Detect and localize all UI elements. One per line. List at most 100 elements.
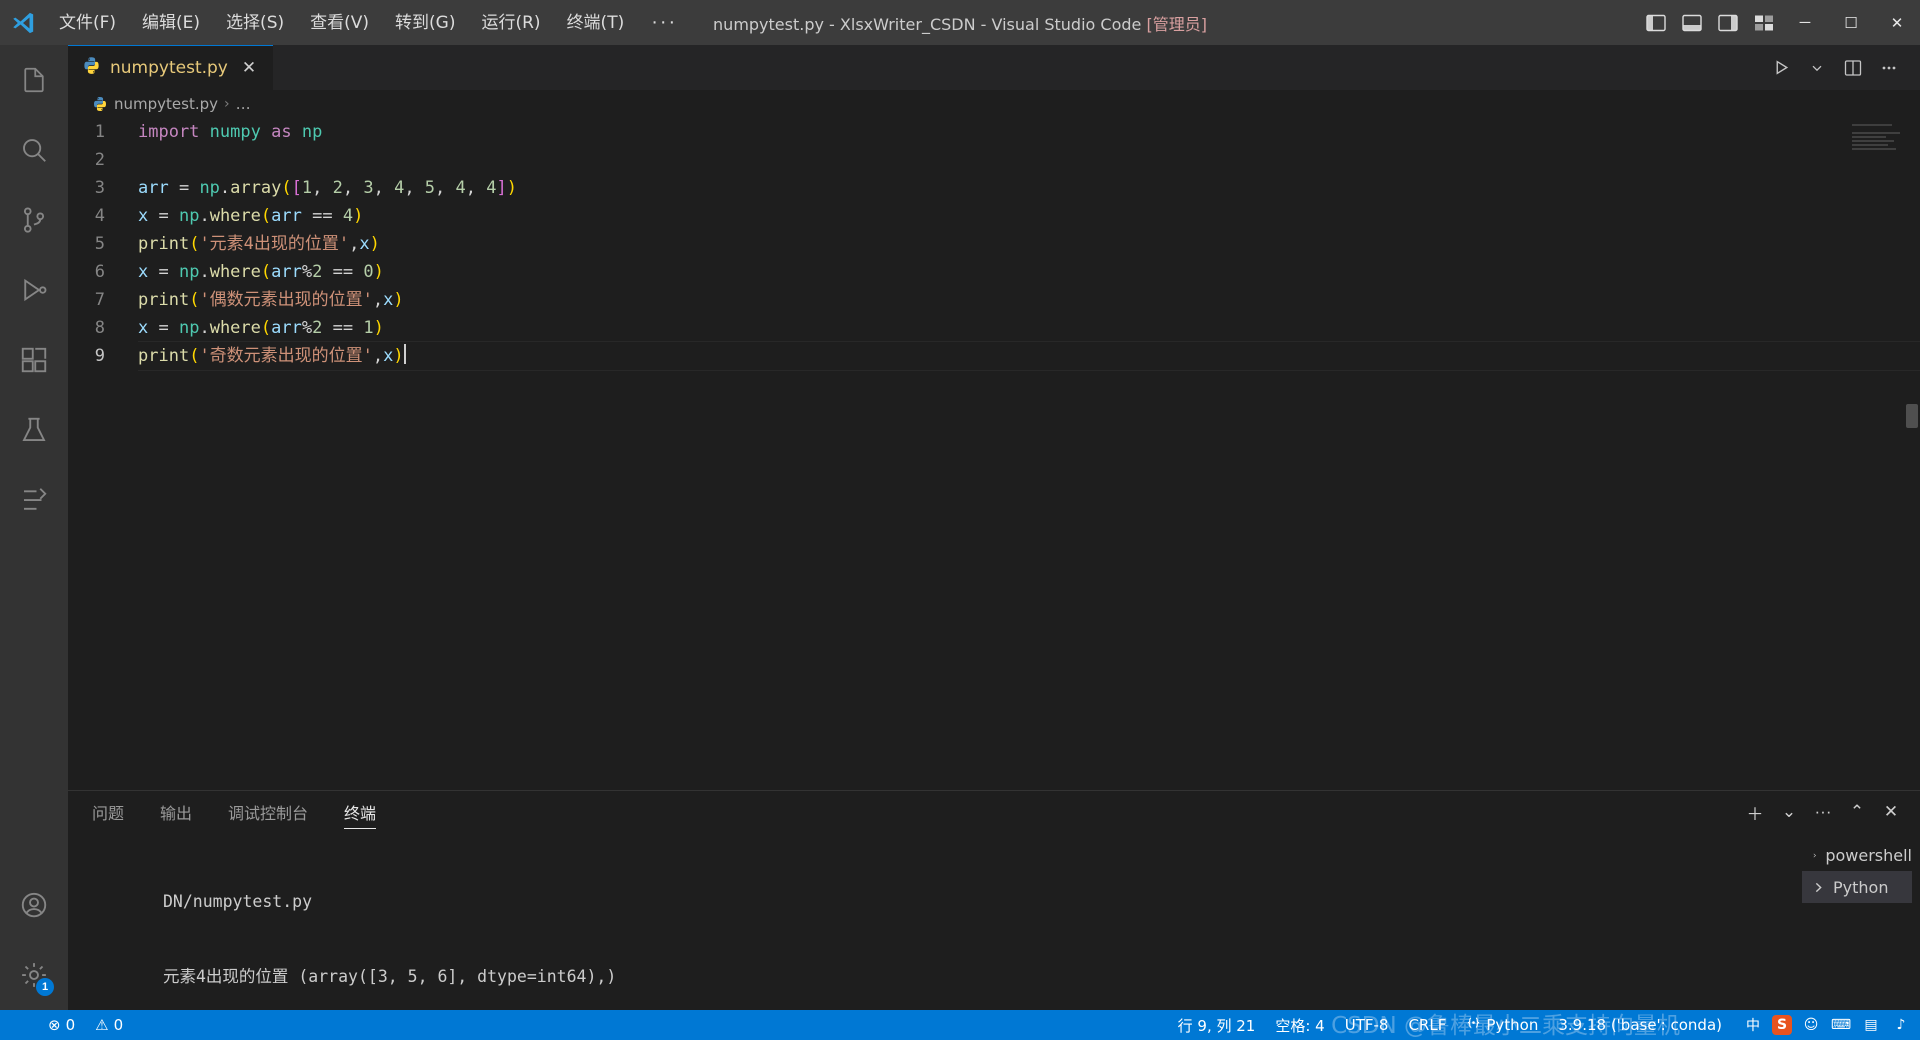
split-editor-right-button[interactable] — [1836, 51, 1870, 85]
indentation[interactable]: 空格: 4 — [1265, 1010, 1334, 1040]
terminal-dropdown-chevron-icon[interactable]: ⌄ — [1774, 797, 1804, 827]
menu-bar[interactable]: 文件(F) 编辑(E) 选择(S) 查看(V) 转到(G) 运行(R) 终端(T… — [46, 8, 691, 38]
new-terminal-button[interactable]: ＋ — [1740, 797, 1770, 827]
code-line[interactable]: 9 print('奇数元素出现的位置',x) — [68, 342, 1920, 370]
window-maximize-button[interactable]: ☐ — [1828, 0, 1874, 45]
code-token: . — [199, 262, 210, 282]
ime-indicator[interactable]: 中 — [1742, 1014, 1764, 1036]
code-line[interactable]: 7 print('偶数元素出现的位置',x) — [68, 286, 1920, 314]
toggle-secondary-sidebar-icon[interactable] — [1710, 0, 1746, 45]
code-token: . — [219, 178, 231, 198]
code-line[interactable]: 4x = np.where(arr == 4) — [68, 202, 1920, 230]
language-mode[interactable]: Python — [1456, 1010, 1548, 1040]
bottom-panel: 问题 输出 调试控制台 终端 ＋ ⌄ ··· ⌃ ✕ DN/numpytest.… — [68, 790, 1920, 1010]
terminal-instance-powershell[interactable]: powershell — [1802, 839, 1912, 871]
tray-smiley-icon[interactable]: ☺ — [1800, 1014, 1822, 1036]
sidebar-item-source-control[interactable] — [0, 185, 68, 255]
eol[interactable]: CRLF — [1398, 1010, 1456, 1040]
python-interpreter[interactable]: 3.9.18 ('base': conda) — [1548, 1010, 1732, 1040]
code-token: == — [322, 318, 364, 338]
editor-scrollbar[interactable] — [1906, 404, 1918, 428]
sidebar-item-explorer[interactable] — [0, 45, 68, 115]
code-token: ( — [189, 346, 200, 366]
customize-layout-icon[interactable] — [1746, 0, 1782, 45]
panel-tab-problems[interactable]: 问题 — [92, 791, 124, 833]
menu-edit[interactable]: 编辑(E) — [129, 8, 213, 38]
code-token: print — [138, 290, 190, 310]
editor-content[interactable]: 1 import numpy as np 2 3 arr = np.array([1, … — [68, 118, 1920, 790]
encoding[interactable]: UTF-8 — [1335, 1010, 1399, 1040]
tray-music-icon[interactable]: ♪ — [1890, 1014, 1912, 1036]
error-count[interactable]: ⊗ 0 — [38, 1010, 85, 1040]
menu-file[interactable]: 文件(F) — [46, 8, 129, 38]
panel-tab-terminal[interactable]: 终端 — [344, 791, 377, 833]
cursor-position[interactable]: 行 9, 列 21 — [1168, 1010, 1266, 1040]
code-token: '元素4出现的位置' — [199, 234, 350, 254]
menu-terminal[interactable]: 终端(T) — [554, 8, 638, 38]
editor-tab-numpytest[interactable]: numpytest.py ✕ — [68, 45, 275, 90]
code-line[interactable]: 5 print('元素4出现的位置',x) — [68, 230, 1920, 258]
code-editor[interactable]: 1 import numpy as np 2 3 arr = np.array([1, … — [68, 118, 1920, 370]
code-line[interactable]: 3 arr = np.array([1, 2, 3, 4, 5, 4, 4]) — [68, 174, 1920, 202]
panel-actions: ＋ ⌄ ··· ⌃ ✕ — [1740, 797, 1920, 827]
menu-view[interactable]: 查看(V) — [297, 8, 382, 38]
toggle-panel-icon[interactable] — [1674, 0, 1710, 45]
menu-more-button[interactable]: ··· — [637, 11, 691, 34]
code-token: ( — [189, 290, 200, 310]
code-token: 4 — [455, 178, 466, 198]
code-line[interactable]: 2 — [68, 146, 1920, 174]
editor-minimap[interactable] — [1852, 124, 1904, 164]
window-close-button[interactable]: ✕ — [1874, 0, 1920, 45]
sidebar-item-run-debug[interactable] — [0, 255, 68, 325]
breadcrumb[interactable]: numpytest.py › … — [68, 90, 1920, 118]
remote-indicator[interactable] — [0, 1010, 38, 1040]
code-token: , — [404, 178, 425, 198]
sidebar-item-remote-explorer[interactable] — [0, 465, 68, 535]
breadcrumb-trail[interactable]: … — [236, 95, 251, 113]
code-token: 2 — [312, 262, 323, 282]
panel-more-actions-button[interactable]: ··· — [1808, 797, 1838, 827]
terminal-output[interactable]: DN/numpytest.py 元素4出现的位置 (array([3, 5, 6… — [68, 833, 1802, 1010]
code-token: 4 — [486, 178, 497, 198]
code-token: where — [209, 206, 261, 226]
menu-run[interactable]: 运行(R) — [468, 8, 553, 38]
sidebar-item-search[interactable] — [0, 115, 68, 185]
toggle-primary-sidebar-icon[interactable] — [1638, 0, 1674, 45]
menu-selection[interactable]: 选择(S) — [213, 8, 297, 38]
warning-icon: ⚠ — [95, 1016, 109, 1034]
maximize-panel-button[interactable]: ⌃ — [1842, 797, 1872, 827]
code-token: '奇数元素出现的位置' — [199, 346, 373, 366]
terminal-instance-python[interactable]: Python — [1802, 871, 1912, 903]
run-dropdown-chevron-icon[interactable] — [1800, 51, 1834, 85]
tray-keyboard-icon[interactable]: ⌨ — [1830, 1014, 1852, 1036]
close-panel-button[interactable]: ✕ — [1876, 797, 1906, 827]
panel-tab-debug-console[interactable]: 调试控制台 — [228, 791, 308, 833]
code-line[interactable]: 1 import numpy as np — [68, 118, 1920, 146]
window-minimize-button[interactable]: ─ — [1782, 0, 1828, 45]
workbench: 1 numpytest.py ✕ numpytest.py › … 1 impo… — [0, 45, 1920, 1010]
accounts-icon[interactable] — [0, 870, 68, 940]
code-token: ) — [369, 234, 380, 254]
sidebar-item-extensions[interactable] — [0, 325, 68, 395]
sidebar-item-testing[interactable] — [0, 395, 68, 465]
close-icon[interactable]: ✕ — [237, 59, 261, 76]
code-line[interactable]: 6 x = np.where(arr%2 == 0) — [68, 258, 1920, 286]
more-actions-button[interactable] — [1872, 51, 1906, 85]
warning-count[interactable]: ⚠ 0 — [85, 1010, 133, 1040]
code-token: x — [138, 262, 149, 282]
settings-gear-icon[interactable]: 1 — [0, 940, 68, 1010]
text-caret — [403, 344, 406, 364]
code-token: = — [148, 206, 179, 226]
code-token: x — [359, 234, 370, 254]
code-line[interactable]: 8 x = np.where(arr%2 == 1) — [68, 314, 1920, 342]
menu-go[interactable]: 转到(G) — [382, 8, 468, 38]
warning-count-label: 0 — [113, 1016, 124, 1034]
run-python-file-button[interactable] — [1764, 51, 1798, 85]
code-token: as — [271, 122, 292, 142]
code-line-text: x = np.where(arr == 4) — [138, 202, 363, 230]
sogou-icon[interactable]: S — [1772, 1015, 1792, 1035]
panel-tab-output[interactable]: 输出 — [160, 791, 192, 833]
code-token: , — [373, 178, 395, 198]
tray-image-icon[interactable]: ▤ — [1860, 1014, 1882, 1036]
breadcrumb-file[interactable]: numpytest.py — [114, 95, 218, 113]
